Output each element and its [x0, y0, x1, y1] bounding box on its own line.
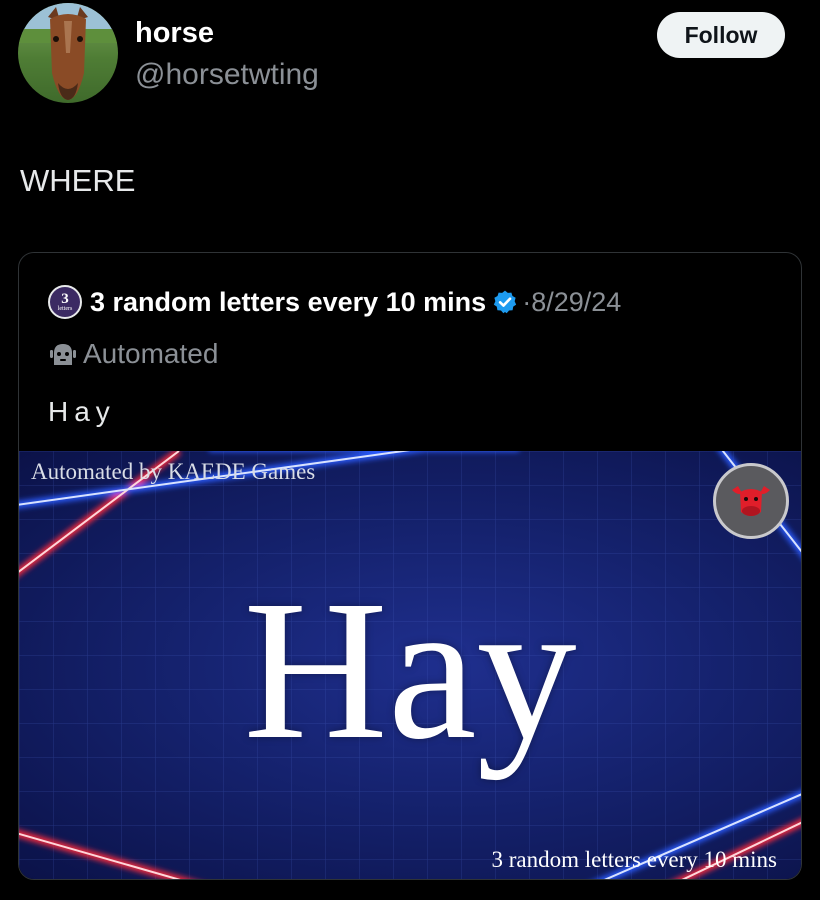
quoted-tweet-header: 3 letters 3 random letters every 10 mins…	[48, 285, 621, 319]
automated-label: Automated	[83, 338, 219, 369]
media-word: Hay	[243, 560, 577, 781]
quoted-tweet[interactable]: 3 letters 3 random letters every 10 mins…	[18, 252, 802, 880]
quoted-tweet-media[interactable]: Automated by KAEDE Games Hay 3 random le…	[19, 451, 801, 879]
cow-icon	[732, 486, 770, 516]
quoted-tweet-text: Hay	[48, 396, 116, 427]
verified-badge-icon	[494, 290, 517, 314]
quoted-author-name[interactable]: 3 random letters every 10 mins	[90, 287, 486, 318]
quoted-avatar-word: letters	[57, 305, 73, 312]
media-logo-badge	[713, 463, 789, 539]
bot-icon	[50, 344, 76, 365]
quoted-author-avatar[interactable]: 3 letters	[48, 285, 82, 319]
tweet-text: WHERE	[20, 163, 136, 198]
automated-label-row: Automated	[48, 337, 218, 371]
tweet-header: horse @horsetwting Follow	[18, 3, 802, 103]
media-bottom-caption: 3 random letters every 10 mins	[491, 847, 777, 872]
horse-icon	[18, 3, 118, 100]
quoted-tweet-date[interactable]: ·8/29/24	[522, 287, 621, 318]
author-handle[interactable]: @horsetwting	[135, 58, 319, 92]
quoted-avatar-number: 3	[61, 290, 69, 307]
media-top-caption: Automated by KAEDE Games	[31, 459, 316, 484]
follow-button[interactable]: Follow	[657, 12, 785, 58]
author-avatar[interactable]	[18, 3, 118, 103]
author-display-name[interactable]: horse	[135, 17, 214, 50]
